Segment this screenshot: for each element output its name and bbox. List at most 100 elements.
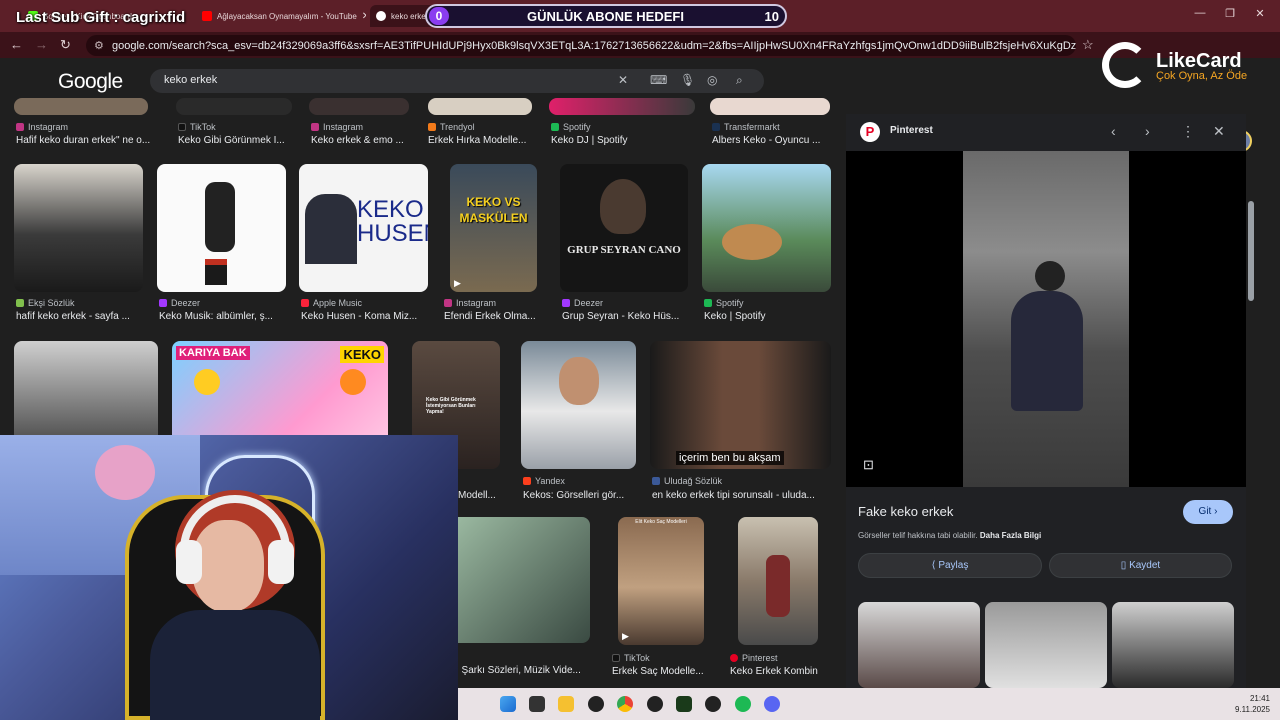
app-icon[interactable]: [705, 696, 721, 712]
result-image[interactable]: KEKO VS MASKÜLEN ▶: [450, 164, 537, 292]
preview-title[interactable]: Fake keko erkek: [858, 504, 953, 519]
likecard-mark: [1102, 42, 1148, 88]
result-image[interactable]: [710, 98, 830, 115]
visit-button[interactable]: Git ›: [1183, 500, 1233, 524]
result-title[interactable]: Keko Husen - Koma Miz...: [301, 311, 431, 322]
album-overlay-text: KEKO HUSEN: [357, 196, 428, 247]
close-tab-icon[interactable]: ✕: [362, 11, 366, 22]
goal-current: 0: [429, 7, 449, 25]
tab-youtube[interactable]: Ağlayacaksan Oynamayalım - YouTube ✕: [196, 5, 366, 27]
panel-scrollbar[interactable]: [1248, 116, 1254, 674]
result-title[interactable]: Keko erkek & emo ...: [311, 135, 411, 146]
search-box[interactable]: keko erkek ✕ ⌨ 🎙 ◎ ⌕: [150, 69, 764, 93]
start-icon[interactable]: [500, 696, 516, 712]
app-icon[interactable]: [676, 696, 692, 712]
preview-image[interactable]: ⊡: [846, 151, 1246, 487]
result-title[interactable]: Keko DJ | Spotify: [551, 135, 691, 146]
google-header: Google keko erkek ✕ ⌨ 🎙 ◎ ⌕ ⋮⋮: [0, 58, 1260, 152]
reload-icon[interactable]: ↻: [60, 37, 71, 53]
result-title[interactable]: en keko erkek tipi sorunsalı - uluda...: [652, 490, 832, 501]
microphone-icon[interactable]: 🎙: [680, 73, 695, 87]
result-title[interactable]: Albers Keko - Oyuncu ...: [712, 135, 832, 146]
album-overlay-text: GRUP SEYRAN CANO: [567, 244, 681, 256]
subscriber-goal-bar: 0 GÜNLÜK ABONE HEDEFI 10: [425, 4, 787, 28]
scrollbar-thumb[interactable]: [1248, 201, 1254, 301]
search-query[interactable]: keko erkek: [164, 74, 217, 86]
apple-music-icon: [301, 299, 309, 307]
result-image[interactable]: [14, 164, 143, 292]
site-info-icon[interactable]: ⚙: [94, 39, 104, 52]
forward-icon[interactable]: →: [35, 37, 48, 52]
result-image[interactable]: [309, 98, 409, 115]
close-window-icon[interactable]: ✕: [1250, 7, 1270, 20]
emoji-angry-icon: [340, 369, 366, 395]
related-image[interactable]: [985, 602, 1107, 688]
url-field[interactable]: ⚙ google.com/search?sca_esv=db24f329069a…: [86, 35, 1076, 56]
result-title[interactable]: Hafif keko duran erkek" ne o...: [16, 135, 156, 146]
related-image[interactable]: [858, 602, 980, 688]
result-title[interactable]: Keko | Spotify: [704, 311, 832, 322]
result-image[interactable]: Elit Keko Saç Modelleri ▶: [618, 517, 704, 645]
search-icon[interactable]: ⌕: [736, 73, 743, 88]
result-title[interactable]: Erkek Saç Modelle...: [612, 666, 710, 677]
bookmark-star-icon[interactable]: ☆: [1082, 37, 1094, 53]
person-tracksuit: [1011, 291, 1083, 411]
google-logo[interactable]: Google: [58, 70, 123, 94]
clear-icon[interactable]: ✕: [618, 73, 628, 87]
minimize-icon[interactable]: —: [1190, 7, 1210, 19]
close-icon[interactable]: ✕: [1213, 123, 1225, 140]
result-title[interactable]: Modell...: [458, 490, 506, 501]
result-image[interactable]: [157, 164, 286, 292]
preview-header: P Pinterest ‹ › ⋮ ✕: [846, 114, 1246, 150]
result-image[interactable]: [549, 98, 695, 115]
obs-icon[interactable]: [588, 696, 604, 712]
spotify-icon[interactable]: [735, 696, 751, 712]
lens-icon[interactable]: ◎: [707, 73, 717, 87]
previous-icon[interactable]: ‹: [1111, 123, 1116, 139]
play-icon: ▶: [454, 278, 461, 288]
headset-earcup: [176, 540, 202, 584]
result-image[interactable]: [14, 98, 148, 115]
keyboard-icon[interactable]: ⌨: [650, 73, 667, 87]
result-title[interactable]: Grup Seyran - Keko Hüs...: [562, 311, 690, 322]
result-image[interactable]: [738, 517, 818, 645]
copyright-note: Görseller telif hakkına tabi olabilir. D…: [858, 531, 1042, 540]
result-image[interactable]: KEKO HUSEN: [299, 164, 428, 292]
result-title[interactable]: Keko Musik: albümler, ş...: [159, 311, 289, 322]
lens-search-icon[interactable]: ⊡: [863, 457, 874, 473]
share-button[interactable]: ⟨ Paylaş: [858, 553, 1042, 578]
preview-source[interactable]: Pinterest: [890, 125, 933, 136]
share-icon: ⟨: [931, 560, 936, 571]
result-image[interactable]: [428, 98, 532, 115]
task-view-icon[interactable]: [529, 696, 545, 712]
result-title[interactable]: : Şarkı Sözleri, Müzik Vide...: [456, 665, 590, 676]
result-title[interactable]: hafif keko erkek - sayfa ...: [16, 311, 146, 322]
system-clock[interactable]: 21:41 9.11.2025: [1235, 693, 1270, 715]
related-image[interactable]: [1112, 602, 1234, 688]
result-title[interactable]: Keko Gibi Görünmek İ...: [178, 135, 296, 146]
result-title[interactable]: Erkek Hırka Modelle...: [428, 135, 534, 146]
chrome-icon[interactable]: [617, 696, 633, 712]
save-button[interactable]: ▯ Kaydet: [1049, 553, 1232, 578]
person-cap: [1035, 261, 1065, 291]
result-title[interactable]: Kekos: Görselleri gör...: [523, 490, 635, 501]
back-icon[interactable]: ←: [10, 37, 23, 52]
maximize-icon[interactable]: ❐: [1220, 7, 1240, 20]
result-image[interactable]: GRUP SEYRAN CANO: [560, 164, 688, 292]
app-icon[interactable]: [647, 696, 663, 712]
result-image[interactable]: içerim ben bu akşam: [650, 341, 831, 469]
file-explorer-icon[interactable]: [558, 696, 574, 712]
result-image[interactable]: [521, 341, 636, 469]
more-options-icon[interactable]: ⋮: [1181, 123, 1195, 140]
headset-earcup: [268, 540, 294, 584]
result-image[interactable]: [176, 98, 292, 115]
uludag-sozluk-icon: [652, 477, 660, 485]
transfermarkt-icon: [712, 123, 720, 131]
result-title[interactable]: Efendi Erkek Olma...: [444, 311, 544, 322]
learn-more-link[interactable]: Daha Fazla Bilgi: [980, 531, 1041, 540]
next-icon[interactable]: ›: [1145, 123, 1150, 139]
result-image[interactable]: [458, 517, 590, 643]
result-title[interactable]: Keko Erkek Kombin: [730, 666, 828, 677]
discord-icon[interactable]: [764, 696, 780, 712]
result-image[interactable]: [702, 164, 831, 292]
